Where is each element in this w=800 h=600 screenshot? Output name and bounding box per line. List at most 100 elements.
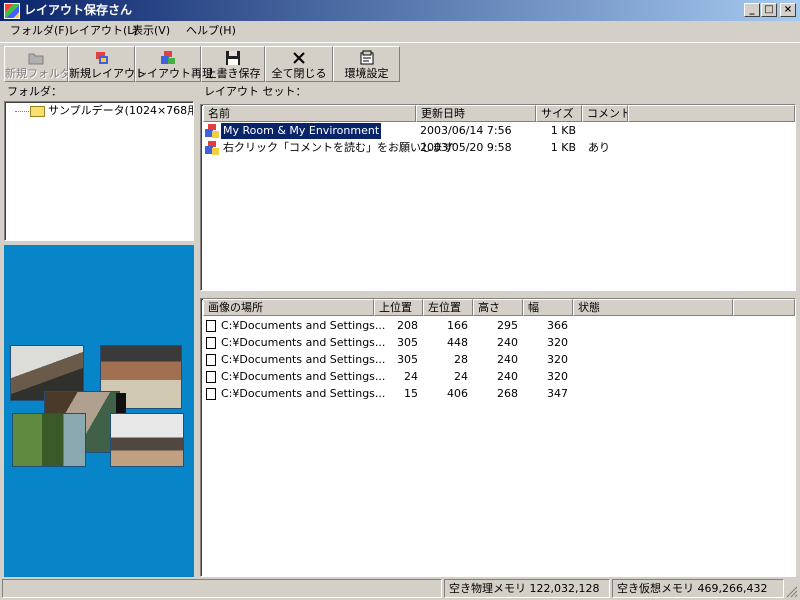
image-width: 320 xyxy=(547,370,568,383)
new-layout-label: 新規レイアウト xyxy=(69,67,146,80)
image-path: C:¥Documents and Settings... xyxy=(221,319,386,332)
layout-date: 2003/05/20 9:58 xyxy=(420,141,512,154)
image-height: 240 xyxy=(497,370,518,383)
layout-size: 1 KB xyxy=(550,141,576,154)
tree-item-sample-data[interactable]: サンプルデータ(1024×768用) xyxy=(48,103,193,119)
column-header-comment[interactable]: コメント xyxy=(582,105,628,122)
window-title: レイアウト保存さん xyxy=(24,3,133,17)
restore-layout-icon xyxy=(161,51,175,64)
status-physical-memory: 空き物理メモリ 122,032,128 xyxy=(444,579,610,598)
table-row[interactable]: C:¥Documents and Settings... 305 28 240 … xyxy=(201,352,795,368)
settings-label: 環境設定 xyxy=(344,67,389,80)
new-folder-label: 新規フォルダ xyxy=(5,67,71,80)
image-height: 240 xyxy=(497,336,518,349)
document-icon xyxy=(206,337,216,349)
layout-comment: あり xyxy=(588,141,610,154)
resize-grip-icon[interactable] xyxy=(784,584,798,598)
folder-icon xyxy=(30,106,45,117)
column-header-top[interactable]: 上位置 xyxy=(374,299,423,316)
table-row[interactable]: C:¥Documents and Settings... 305 448 240… xyxy=(201,335,795,351)
image-path: C:¥Documents and Settings... xyxy=(221,353,386,366)
image-height: 240 xyxy=(497,353,518,366)
status-virtual-memory: 空き仮想メモリ 469,266,432 xyxy=(612,579,784,598)
document-icon xyxy=(206,388,216,400)
overwrite-save-label: 上書き保存 xyxy=(205,67,261,80)
table-row[interactable]: My Room & My Environment 2003/06/14 7:56… xyxy=(201,122,795,140)
column-header-modified[interactable]: 更新日時 xyxy=(416,105,536,122)
document-icon xyxy=(206,371,216,383)
column-header-filler xyxy=(628,105,795,122)
image-path: C:¥Documents and Settings... xyxy=(221,370,386,383)
toolbar: 新規フォルダ 新規レイアウト レイアウト再現 上書き保存 全て閉じる 環境設定 xyxy=(0,42,800,82)
menu-bar: フォルダ(F) レイアウト(L) 表示(V) ヘルプ(H) xyxy=(0,21,800,40)
close-button[interactable]: × xyxy=(780,3,796,17)
image-left: 448 xyxy=(447,336,468,349)
settings-button[interactable]: 環境設定 xyxy=(333,46,400,82)
image-height: 268 xyxy=(497,387,518,400)
image-top: 15 xyxy=(404,387,418,400)
image-list[interactable]: 画像の場所 上位置 左位置 高さ 幅 状態 C:¥Documents and S… xyxy=(200,298,796,577)
layout-name: My Room & My Environment xyxy=(219,122,383,140)
menu-view[interactable]: 表示(V) xyxy=(130,23,172,38)
menu-folder[interactable]: フォルダ(F) xyxy=(8,23,71,38)
menu-layout[interactable]: レイアウト(L) xyxy=(66,23,140,38)
image-top: 305 xyxy=(397,336,418,349)
floppy-disk-icon xyxy=(226,51,240,65)
menu-help[interactable]: ヘルプ(H) xyxy=(184,23,238,38)
minimize-button[interactable]: _ xyxy=(744,3,760,17)
app-icon[interactable] xyxy=(4,3,20,19)
column-header-image-location[interactable]: 画像の場所 xyxy=(203,299,374,316)
close-all-button[interactable]: 全て閉じる xyxy=(265,46,333,82)
table-row[interactable]: C:¥Documents and Settings... 208 166 295… xyxy=(201,318,795,334)
close-icon xyxy=(293,52,305,64)
layout-size: 1 KB xyxy=(550,124,576,137)
status-pane-main xyxy=(2,579,442,598)
image-width: 320 xyxy=(547,336,568,349)
column-header-left[interactable]: 左位置 xyxy=(423,299,473,316)
new-layout-icon xyxy=(95,52,108,64)
image-left: 166 xyxy=(447,319,468,332)
layout-list[interactable]: 名前 更新日時 サイズ コメント My Room & My Environmen… xyxy=(200,104,796,291)
column-header-state[interactable]: 状態 xyxy=(573,299,733,316)
image-top: 24 xyxy=(404,370,418,383)
new-folder-button[interactable]: 新規フォルダ xyxy=(4,46,71,82)
title-bar[interactable]: レイアウト保存さん _ □ × xyxy=(0,0,800,21)
column-header-height[interactable]: 高さ xyxy=(473,299,523,316)
image-left: 406 xyxy=(447,387,468,400)
new-layout-button[interactable]: 新規レイアウト xyxy=(68,46,146,82)
settings-icon xyxy=(360,50,373,65)
preview-photo xyxy=(110,413,184,467)
overwrite-save-button[interactable]: 上書き保存 xyxy=(201,46,265,82)
layout-set-icon xyxy=(205,124,219,138)
folder-tree[interactable]: サンプルデータ(1024×768用) xyxy=(4,101,194,241)
image-width: 347 xyxy=(547,387,568,400)
column-header-filler xyxy=(733,299,795,316)
layout-set-icon xyxy=(205,141,219,155)
column-header-name[interactable]: 名前 xyxy=(203,105,416,122)
image-left: 28 xyxy=(454,353,468,366)
image-path: C:¥Documents and Settings... xyxy=(221,387,386,400)
document-icon xyxy=(206,354,216,366)
preview-photo xyxy=(12,413,86,467)
table-row[interactable]: 右クリック「コメントを読む」をお願いします 2003/05/20 9:58 1 … xyxy=(201,140,795,156)
image-height: 295 xyxy=(497,319,518,332)
document-icon xyxy=(206,320,216,332)
column-header-size[interactable]: サイズ xyxy=(536,105,582,122)
image-width: 320 xyxy=(547,353,568,366)
table-row[interactable]: C:¥Documents and Settings... 24 24 240 3… xyxy=(201,369,795,385)
restore-layout-button[interactable]: レイアウト再現 xyxy=(135,46,213,82)
maximize-button[interactable]: □ xyxy=(761,3,777,17)
tree-connector xyxy=(15,111,29,112)
image-path: C:¥Documents and Settings... xyxy=(221,336,386,349)
image-top: 305 xyxy=(397,353,418,366)
image-width: 366 xyxy=(547,319,568,332)
layout-preview xyxy=(4,245,194,577)
layout-date: 2003/06/14 7:56 xyxy=(420,124,512,137)
restore-layout-label: レイアウト再現 xyxy=(136,67,213,80)
close-all-label: 全て閉じる xyxy=(271,67,327,80)
table-row[interactable]: C:¥Documents and Settings... 15 406 268 … xyxy=(201,386,795,402)
image-left: 24 xyxy=(454,370,468,383)
layout-panel-heading: レイアウト セット： xyxy=(204,85,307,98)
column-header-width[interactable]: 幅 xyxy=(523,299,573,316)
image-top: 208 xyxy=(397,319,418,332)
